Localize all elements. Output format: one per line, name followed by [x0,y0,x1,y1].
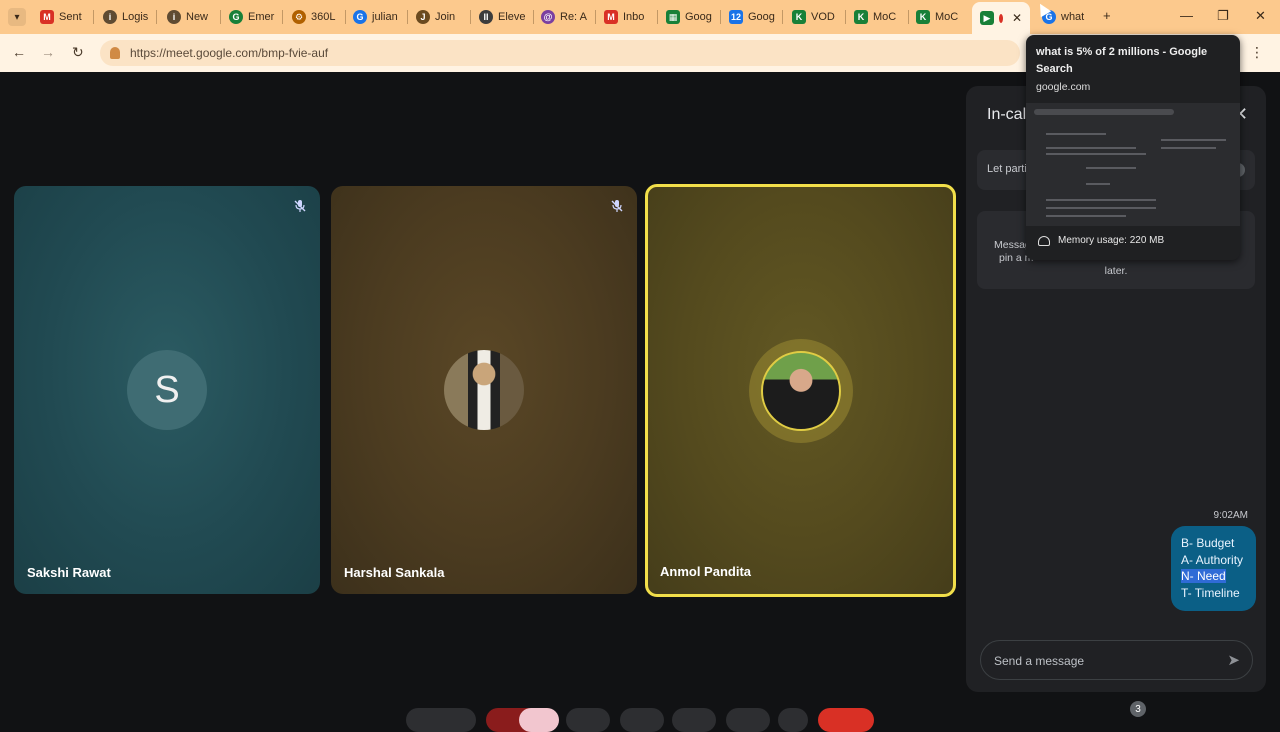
google-sheets-icon: ▦ [666,10,680,24]
tab-google-sheets[interactable]: ▦ Goog [666,5,714,29]
maximize-icon[interactable]: ❐ [1217,8,1229,24]
tab-eleve[interactable]: II Eleve [479,5,529,29]
memory-gauge-icon [1038,235,1050,246]
tab-divider [845,10,846,24]
participant-tile[interactable]: S Sakshi Rawat [14,186,320,594]
participant-name: Anmol Pandita [660,564,752,579]
tab-divider [220,10,221,24]
close-tab-icon[interactable]: ✕ [1012,11,1022,25]
k-icon: K [854,10,868,24]
tab-divider [282,10,283,24]
settings-icon: ⚙ [292,10,306,24]
reload-icon[interactable]: ↻ [72,44,84,61]
minimize-icon[interactable]: — [1180,8,1193,23]
mic-button[interactable] [406,708,476,732]
tab-vod[interactable]: K VOD [792,5,840,29]
forward-icon[interactable]: → [41,44,55,60]
join-icon: J [416,10,430,24]
tab-hover-card: what is 5% of 2 millions - Google Search… [1026,35,1240,260]
tab-divider [908,10,909,24]
pause-icon: II [479,10,493,24]
tab-google-calendar[interactable]: 12 Goog [729,5,777,29]
tab-divider [93,10,94,24]
avatar: S [127,350,207,430]
tab-divider [657,10,658,24]
tab-divider [533,10,534,24]
google-meet-icon: ▶ [980,11,994,25]
tab-divider [470,10,471,24]
tab-google-meet-active[interactable]: ▶ ✕ [972,2,1030,34]
tab-inbox[interactable]: M Inbo [604,5,652,29]
tab-preview-thumbnail [1026,103,1240,226]
gmail-icon: M [40,10,54,24]
participant-name: Sakshi Rawat [27,565,111,580]
participant-count-badge: 3 [1130,701,1146,717]
url-input[interactable]: https://meet.google.com/bmp-fvie-auf [100,40,1020,66]
tab-search-button[interactable]: ▾ [8,8,26,26]
back-icon[interactable]: ← [12,44,26,60]
tab-divider [407,10,408,24]
info-icon: i [167,10,181,24]
recording-icon [999,13,1003,23]
tab-julian[interactable]: G julian [353,5,403,29]
more-options-button[interactable] [726,708,770,732]
more-menu-icon[interactable]: ⋮ [1250,44,1264,61]
tab-new[interactable]: i New [167,5,215,29]
present-button[interactable] [566,708,610,732]
close-window-icon[interactable]: ✕ [1255,8,1266,24]
purple-icon: @ [541,10,555,24]
tab-divider [720,10,721,24]
tab-divider [156,10,157,24]
tab-divider [595,10,596,24]
new-tab-icon[interactable]: + [1103,8,1111,23]
k-icon: K [792,10,806,24]
tab-join[interactable]: J Join [416,5,464,29]
tab-logis[interactable]: i Logis [103,5,151,29]
tab-360l[interactable]: ⚙ 360L [292,5,340,29]
google-calendar-icon: 12 [729,10,743,24]
google-icon: G [353,10,367,24]
tab-sent[interactable]: M Sent [40,5,86,29]
avatar [444,350,524,430]
avatar [760,350,841,431]
tab-emer[interactable]: G Emer [229,5,277,29]
send-icon[interactable]: ➤ [1227,651,1240,669]
chat-message-bubble: B- Budget A- Authority N- Need T- Timeli… [1171,526,1256,611]
message-timestamp: 9:02AM [1213,510,1248,521]
panel-title: In-cal [987,106,1027,123]
hover-card-title: what is 5% of 2 millions - Google Search [1036,46,1208,75]
participant-tile[interactable]: Harshal Sankala [331,186,637,594]
tab-divider [345,10,346,24]
memory-usage-label: Memory usage: 220 MB [1058,235,1165,246]
info-icon: i [103,10,117,24]
k-icon: K [916,10,930,24]
captions-button[interactable] [519,708,559,732]
tab-divider [782,10,783,24]
raise-hand-button[interactable] [672,708,716,732]
gmail-icon: M [604,10,618,24]
tab-moc-2[interactable]: K MoC [916,5,964,29]
mic-off-icon [609,198,625,214]
reactions-button[interactable] [620,708,664,732]
grammarly-icon: G [229,10,243,24]
message-input[interactable]: Send a message ➤ [980,640,1253,680]
hover-card-domain: google.com [1036,81,1091,93]
tab-re-a[interactable]: @ Re: A [541,5,589,29]
leave-call-button[interactable] [818,708,874,732]
activities-button[interactable] [778,708,808,732]
participant-name: Harshal Sankala [344,565,445,580]
mic-off-icon [292,198,308,214]
participant-tile-speaking[interactable]: Anmol Pandita [645,184,956,597]
site-info-icon[interactable] [110,47,120,59]
tab-moc-1[interactable]: K MoC [854,5,902,29]
